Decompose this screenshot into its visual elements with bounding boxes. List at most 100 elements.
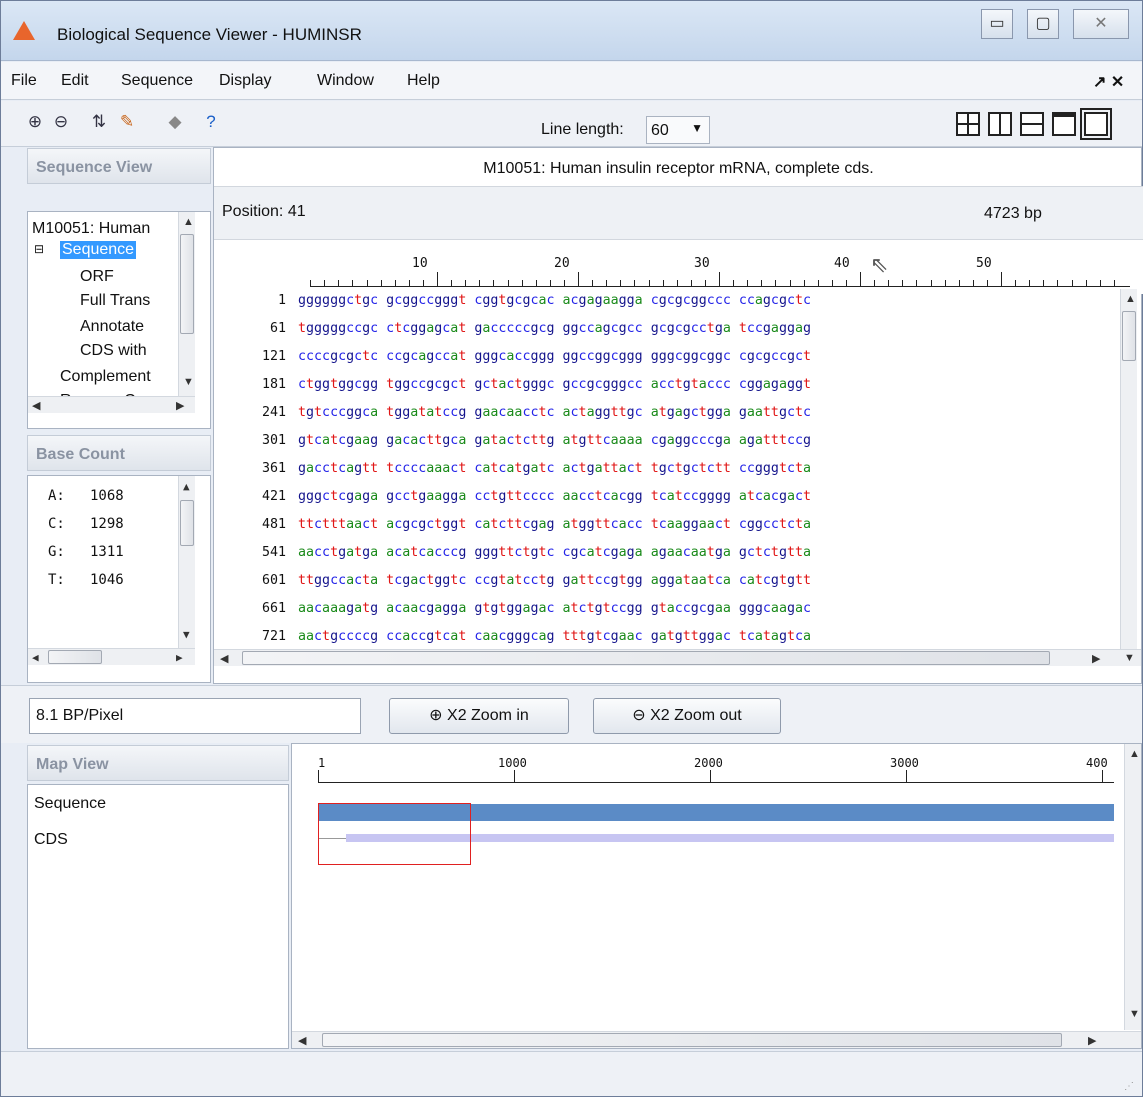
tree-horizontal-scrollbar[interactable]: ◀ ▶ <box>28 396 195 413</box>
menu-display[interactable]: Display <box>219 72 271 90</box>
bp-per-pixel-field[interactable]: 8.1 BP/Pixel <box>29 698 361 734</box>
sequence-rows[interactable]: 1 ggggggctgc gcggccgggt cggtgcgcac acgaga… <box>214 289 1120 649</box>
title-bar: Biological Sequence Viewer - HUMINSR ▭ ▢… <box>1 1 1142 61</box>
tree-collapse-icon[interactable]: ⊟ <box>34 242 44 256</box>
map-ruler-tick <box>906 770 907 782</box>
scroll-down-icon[interactable]: ▼ <box>183 376 194 388</box>
scroll-thumb[interactable] <box>322 1033 1062 1047</box>
sequence-row: 481 ttctttaact acgcgctggt catcttcgag atgg… <box>214 517 811 541</box>
base-count-t: 1046 <box>90 572 124 588</box>
line-length-label: Line length: <box>541 121 624 138</box>
scroll-thumb[interactable] <box>1122 311 1136 361</box>
base-count-vertical-scrollbar[interactable]: ▲ ▼ <box>178 476 195 648</box>
scroll-down-icon[interactable]: ▼ <box>183 628 190 641</box>
scroll-thumb[interactable] <box>48 650 102 664</box>
ruler-label-10: 10 <box>412 256 428 271</box>
row-position-number: 721 <box>261 629 286 644</box>
zoom-out-icon[interactable]: ⊖ <box>49 110 73 134</box>
map-ruler-tick <box>710 770 711 782</box>
scroll-up-icon[interactable]: ▲ <box>1129 748 1140 760</box>
scroll-thumb[interactable] <box>180 500 194 546</box>
map-ruler-label-1000: 1000 <box>498 756 527 770</box>
tree-item-annotated[interactable]: Annotate <box>80 318 144 336</box>
sequence-row: 61 tgggggccgc ctcggagcat gacccccgcg ggcca… <box>214 321 811 345</box>
scroll-right-icon[interactable]: ▶ <box>176 651 183 664</box>
tree-item-orf[interactable]: ORF <box>80 268 114 286</box>
layout-columns-icon[interactable] <box>988 112 1012 136</box>
annotate-icon[interactable]: ✎ <box>115 110 139 134</box>
row-bases: aacaaagatg acaacgagga gtgtggagac atctgtc… <box>298 601 811 616</box>
minimize-button[interactable]: ▭ <box>981 9 1013 39</box>
scroll-left-icon[interactable]: ◀ <box>220 652 228 665</box>
tree-item-cds[interactable]: CDS with <box>80 342 147 360</box>
view-window-box[interactable] <box>318 803 471 865</box>
ruler-tick <box>1001 272 1002 286</box>
ruler-baseline <box>310 286 1131 287</box>
map-vertical-scrollbar[interactable]: ▲ ▼ <box>1124 744 1141 1030</box>
layout-float-icon[interactable] <box>1052 112 1076 136</box>
layout-single-icon[interactable] <box>1080 108 1112 140</box>
scroll-up-icon[interactable]: ▲ <box>183 480 190 493</box>
menu-help[interactable]: Help <box>407 72 440 90</box>
undock-close-icon[interactable]: ↗ ✕ <box>1093 72 1124 92</box>
map-ruler-label-3000: 3000 <box>890 756 919 770</box>
scroll-right-icon[interactable]: ▶ <box>1092 652 1100 665</box>
scroll-up-icon[interactable]: ▲ <box>183 216 194 228</box>
sequence-vertical-scrollbar[interactable]: ▲ <box>1120 289 1137 649</box>
tree-item-sequence[interactable]: Sequence <box>60 241 137 259</box>
scroll-up-icon[interactable]: ▲ <box>1125 293 1136 305</box>
eraser-icon[interactable]: ◆ <box>163 110 187 134</box>
layout-rows-icon[interactable] <box>1020 112 1044 136</box>
menu-sequence[interactable]: Sequence <box>121 72 193 90</box>
sequence-ruler: 10 20 30 40 50 ⇖ <box>214 240 1143 294</box>
scroll-thumb[interactable] <box>180 234 194 334</box>
status-bar: ⋰ <box>1 1051 1142 1096</box>
tree-item-complement[interactable]: Complement <box>60 368 151 386</box>
row-bases: gggctcgaga gcctgaagga cctgttcccc aacctca… <box>298 489 811 504</box>
zoom-out-button[interactable]: ⊖ X2 Zoom out <box>593 698 781 734</box>
map-ruler-label-4000: 400 <box>1086 756 1108 770</box>
scroll-right-icon[interactable]: ▶ <box>1088 1034 1096 1047</box>
base-count-horizontal-scrollbar[interactable]: ◀ ▶ <box>28 648 195 665</box>
menu-edit[interactable]: Edit <box>61 72 89 90</box>
position-readout: Position: 41 <box>222 203 306 220</box>
menu-window[interactable]: Window <box>317 72 374 90</box>
map-view[interactable]: 1 1000 2000 3000 400 ▲ ▼ ◀ ▶ <box>291 743 1142 1049</box>
help-icon[interactable]: ? <box>199 110 223 134</box>
maximize-button[interactable]: ▢ <box>1027 9 1059 39</box>
tree-root[interactable]: M10051: Human <box>32 220 150 238</box>
scroll-left-icon[interactable]: ◀ <box>32 651 39 664</box>
sequence-horizontal-scrollbar[interactable]: ◀ ▶ ▼ <box>214 649 1141 666</box>
zoom-in-button[interactable]: ⊕ X2 Zoom in <box>389 698 569 734</box>
row-position-number: 121 <box>261 349 286 364</box>
resize-grip-icon[interactable]: ⋰ <box>1124 1081 1134 1092</box>
scroll-thumb[interactable] <box>242 651 1050 665</box>
tree-vertical-scrollbar[interactable]: ▲ ▼ <box>178 212 195 396</box>
scroll-right-icon[interactable]: ▶ <box>176 399 184 412</box>
sequence-row: 301 gtcatcgaag gacacttgca gatactcttg atgt… <box>214 433 811 457</box>
track-sequence-label: Sequence <box>34 795 107 812</box>
line-length-select[interactable]: 60 ▼ <box>646 116 710 144</box>
row-position-number: 1 <box>277 293 286 308</box>
row-bases: ggggggctgc gcggccgggt cggtgcgcac acgagaa… <box>298 293 811 308</box>
tree-item-full-trans[interactable]: Full Trans <box>80 292 150 310</box>
row-bases: tgtcccggca tggatatccg gaacaacctc actaggt… <box>298 405 811 420</box>
layout-grid-icon[interactable] <box>956 112 980 136</box>
row-position-number: 541 <box>261 545 286 560</box>
scroll-left-icon[interactable]: ◀ <box>298 1034 306 1047</box>
ruler-label-20: 20 <box>554 256 570 271</box>
scroll-down-icon[interactable]: ▼ <box>1129 1008 1140 1020</box>
map-horizontal-scrollbar[interactable]: ◀ ▶ <box>292 1031 1141 1048</box>
menu-file[interactable]: File <box>11 72 37 90</box>
position-bar: Position: 41 4723 bp <box>214 186 1143 240</box>
close-button[interactable]: ✕ <box>1073 9 1129 39</box>
translate-icon[interactable]: ⇅ <box>87 110 111 134</box>
scroll-left-icon[interactable]: ◀ <box>32 399 40 412</box>
sequence-row: 601 ttggccacta tcgactggtc ccgtatcctg gatt… <box>214 573 811 597</box>
zoom-in-icon[interactable]: ⊕ <box>23 110 47 134</box>
sequence-length: 4723 bp <box>984 205 1042 222</box>
zoom-out-label: X2 Zoom out <box>650 707 742 724</box>
map-track-list: Sequence CDS <box>27 784 289 1049</box>
row-position-number: 61 <box>269 321 286 336</box>
scroll-down-icon[interactable]: ▼ <box>1124 652 1135 664</box>
